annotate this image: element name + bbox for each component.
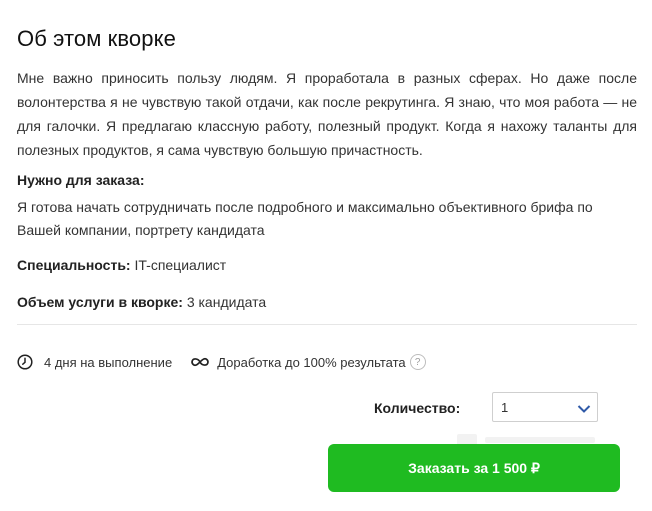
volume-label: Объем услуги в кворке: [17, 294, 183, 310]
quantity-label: Количество: [374, 400, 461, 416]
specialty-value: IT-специалист [134, 257, 227, 273]
quantity-value: 1 [501, 400, 509, 415]
quantity-select[interactable]: 1 [492, 392, 598, 422]
requirements-text: Я готова начать сотрудничать после подро… [17, 199, 593, 238]
revisions: Доработка до 100% результата ? [190, 354, 426, 370]
clock-icon [17, 354, 33, 370]
delivery-text: 4 дня на выполнение [44, 354, 173, 370]
specialty-row: Специальность: IT-специалист [17, 257, 226, 273]
divider [17, 324, 637, 325]
volume-value: 3 кандидата [186, 294, 267, 310]
chevron-down-icon [577, 401, 591, 419]
infinity-icon [190, 356, 210, 368]
revisions-text: Доработка до 100% результата [217, 354, 406, 370]
meta-row: 4 дня на выполнение Доработка до 100% ре… [17, 351, 426, 373]
kwork-description: Мне важно приносить пользу людям. Я прор… [17, 70, 637, 158]
specialty-label: Специальность: [17, 257, 131, 273]
section-title: Об этом кворке [17, 26, 176, 51]
requirements-title: Нужно для заказа: [17, 172, 145, 188]
order-button[interactable]: Заказать за 1 500 ₽ [328, 444, 620, 492]
delivery-time: 4 дня на выполнение [17, 354, 172, 370]
volume-row: Объем услуги в кворке: 3 кандидата [17, 294, 266, 310]
question-icon[interactable]: ? [409, 354, 426, 370]
